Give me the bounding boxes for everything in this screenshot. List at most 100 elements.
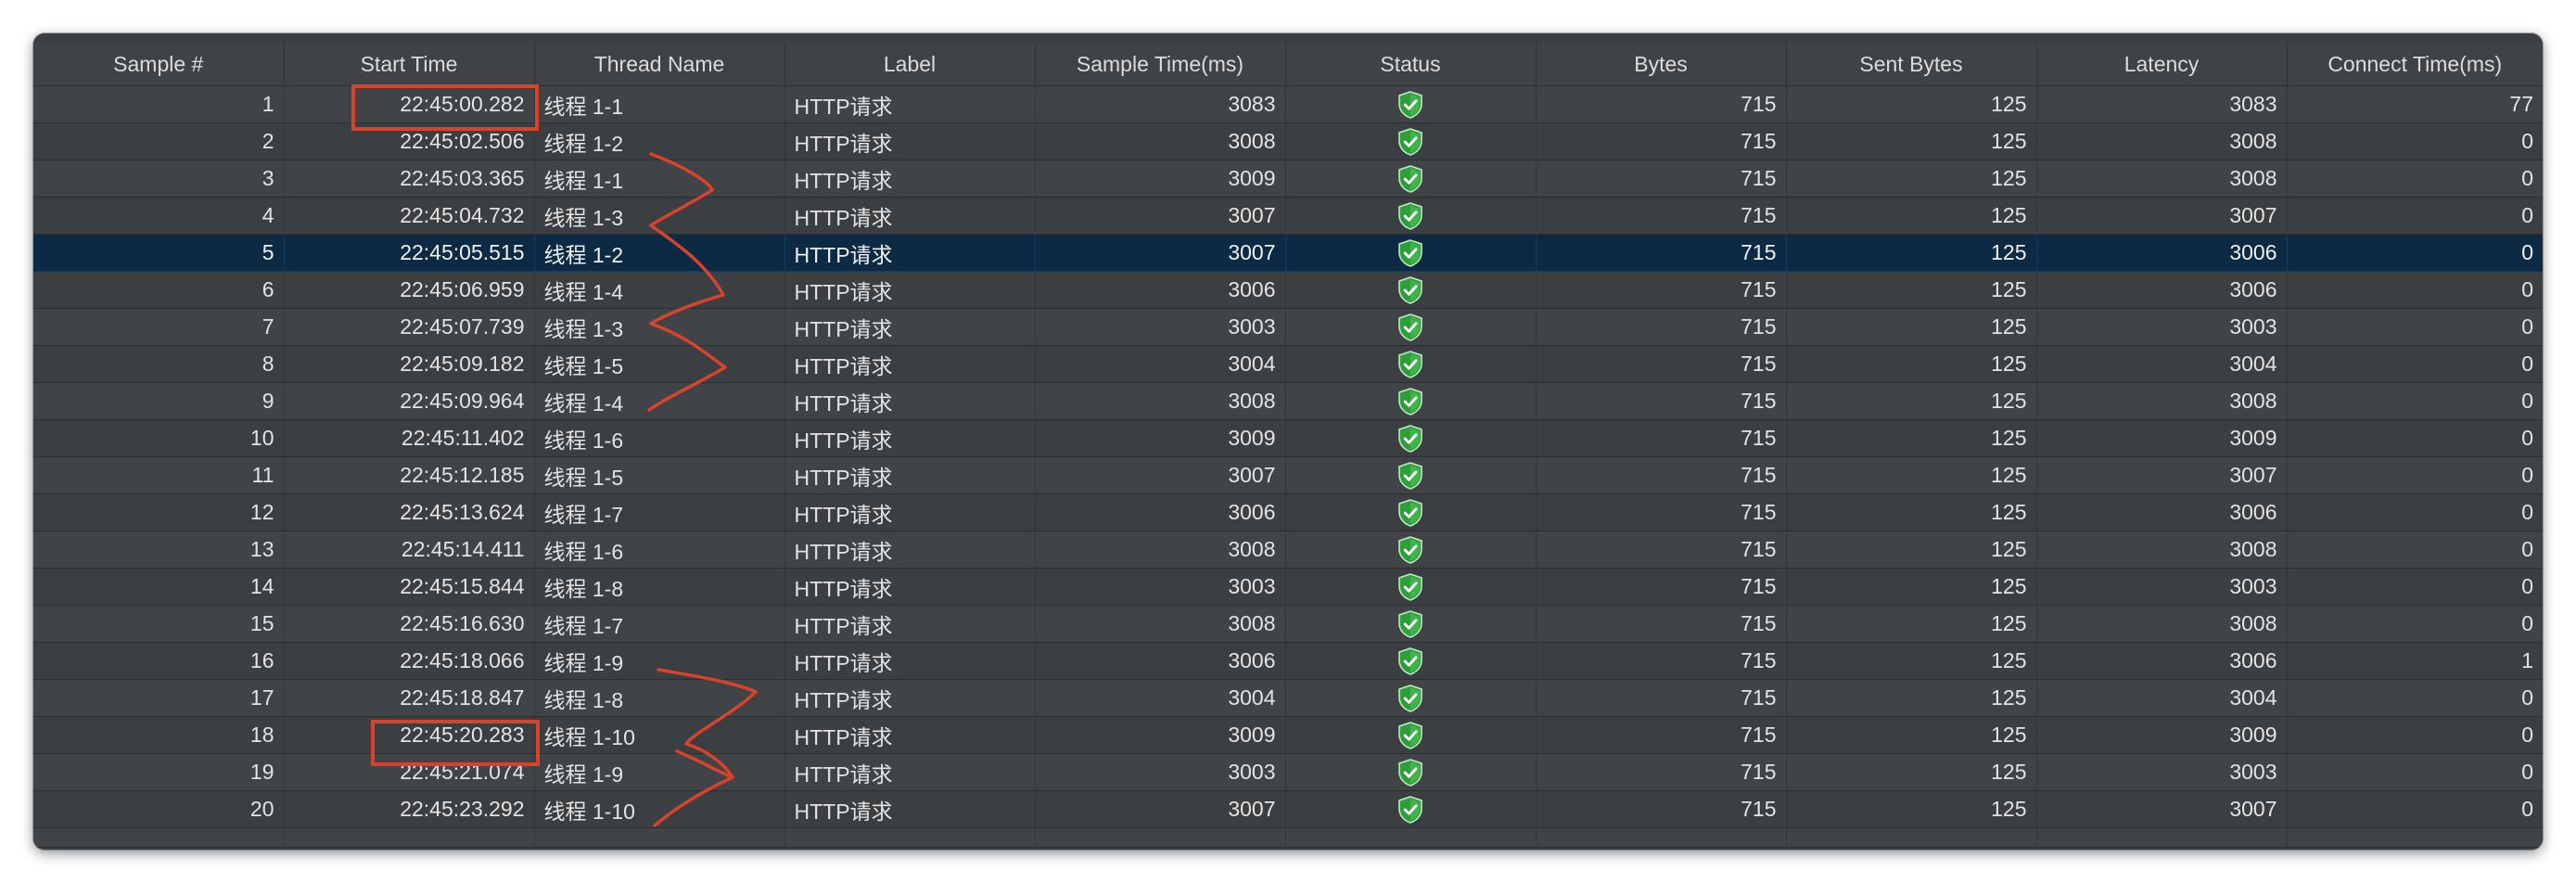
table-row[interactable]: 16 22:45:18.066 线程 1-9 HTTP请求 3006 715 125 3006… bbox=[33, 642, 2543, 680]
cell-latency[interactable]: 3008 bbox=[2036, 382, 2288, 420]
cell-bytes[interactable]: 715 bbox=[1536, 531, 1787, 569]
cell-latency[interactable]: 3083 bbox=[2036, 85, 2288, 123]
cell-latency[interactable]: 3006 bbox=[2036, 271, 2288, 309]
cell-connect-time[interactable]: 0 bbox=[2287, 493, 2543, 531]
cell-latency[interactable]: 3008 bbox=[2036, 605, 2288, 643]
cell-start-time[interactable]: 22:45:13.624 bbox=[284, 493, 535, 531]
cell-sample-time[interactable]: 3009 bbox=[1035, 419, 1286, 457]
cell-status[interactable] bbox=[1285, 234, 1537, 272]
table-row[interactable]: 5 22:45:05.515 线程 1-2 HTTP请求 3007 715 125 3006 0 bbox=[33, 234, 2543, 272]
cell-status[interactable] bbox=[1285, 456, 1537, 494]
cell-sample[interactable]: 8 bbox=[33, 345, 285, 383]
table-row[interactable]: 17 22:45:18.847 线程 1-8 HTTP请求 3004 715 125 3004… bbox=[33, 679, 2543, 717]
cell-bytes[interactable]: 715 bbox=[1536, 85, 1787, 123]
cell-sample[interactable]: 10 bbox=[33, 419, 285, 457]
cell-status[interactable] bbox=[1285, 382, 1537, 420]
cell-sample-time[interactable]: 3008 bbox=[1035, 531, 1286, 569]
cell-sample[interactable]: 1 bbox=[33, 85, 285, 123]
cell-sent-bytes[interactable]: 125 bbox=[1786, 419, 2037, 457]
cell-thread-name[interactable]: 线程 1-2 bbox=[534, 234, 785, 272]
cell-bytes[interactable]: 715 bbox=[1536, 790, 1787, 828]
cell-status[interactable] bbox=[1285, 419, 1537, 457]
cell-bytes[interactable]: 715 bbox=[1536, 568, 1787, 606]
cell-sent-bytes[interactable]: 125 bbox=[1786, 160, 2037, 198]
table-row[interactable]: 11 22:45:12.185 线程 1-5 HTTP请求 3007 715 125 3007… bbox=[33, 456, 2543, 494]
table-row[interactable]: 1 22:45:00.282 线程 1-1 HTTP请求 3083 715 125 3083 7… bbox=[33, 85, 2543, 123]
cell-label[interactable]: HTTP请求 bbox=[784, 753, 1036, 791]
cell-connect-time[interactable]: 0 bbox=[2287, 234, 2543, 272]
cell-sample-time[interactable]: 3006 bbox=[1035, 271, 1286, 309]
cell-bytes[interactable]: 715 bbox=[1536, 234, 1787, 272]
cell-status[interactable] bbox=[1285, 122, 1537, 160]
cell-sample[interactable]: 14 bbox=[33, 568, 285, 606]
cell-sample-time[interactable]: 3007 bbox=[1035, 790, 1286, 828]
cell-start-time[interactable]: 22:45:18.066 bbox=[284, 642, 535, 680]
cell-sample-time[interactable]: 3009 bbox=[1035, 716, 1286, 754]
cell-status[interactable] bbox=[1285, 493, 1537, 531]
cell-sample[interactable]: 9 bbox=[33, 382, 285, 420]
cell-thread-name[interactable]: 线程 1-7 bbox=[534, 605, 785, 643]
cell-sent-bytes[interactable]: 125 bbox=[1786, 345, 2037, 383]
cell-sample-time[interactable]: 3003 bbox=[1035, 568, 1286, 606]
cell-latency[interactable]: 3009 bbox=[2036, 419, 2288, 457]
column-header-status[interactable]: Status bbox=[1285, 43, 1537, 86]
cell-start-time[interactable]: 22:45:00.282 bbox=[284, 85, 535, 123]
cell-connect-time[interactable]: 0 bbox=[2287, 568, 2543, 606]
cell-sample-time[interactable]: 3004 bbox=[1035, 345, 1286, 383]
cell-sent-bytes[interactable]: 125 bbox=[1786, 382, 2037, 420]
cell-sample-time[interactable]: 3008 bbox=[1035, 382, 1286, 420]
cell-status[interactable] bbox=[1285, 308, 1537, 346]
cell-sample-time[interactable]: 3006 bbox=[1035, 493, 1286, 531]
cell-connect-time[interactable]: 77 bbox=[2287, 85, 2543, 123]
cell-sample-time[interactable]: 3008 bbox=[1035, 122, 1286, 160]
table-row[interactable]: 15 22:45:16.630 线程 1-7 HTTP请求 3008 715 125 3008… bbox=[33, 605, 2543, 643]
cell-connect-time[interactable]: 0 bbox=[2287, 271, 2543, 309]
cell-bytes[interactable]: 715 bbox=[1536, 160, 1787, 198]
cell-status[interactable] bbox=[1285, 271, 1537, 309]
cell-start-time[interactable]: 22:45:11.402 bbox=[284, 419, 535, 457]
cell-sample[interactable]: 12 bbox=[33, 493, 285, 531]
cell-sample[interactable]: 13 bbox=[33, 531, 285, 569]
table-row[interactable]: 8 22:45:09.182 线程 1-5 HTTP请求 3004 715 125 3004 0 bbox=[33, 345, 2543, 383]
cell-thread-name[interactable]: 线程 1-3 bbox=[534, 197, 785, 235]
table-row[interactable]: 19 22:45:21.074 线程 1-9 HTTP请求 3003 715 125 3003… bbox=[33, 753, 2543, 791]
table-row[interactable]: 2 22:45:02.506 线程 1-2 HTTP请求 3008 715 125 3008 0 bbox=[33, 122, 2543, 160]
cell-thread-name[interactable]: 线程 1-5 bbox=[534, 456, 785, 494]
cell-bytes[interactable]: 715 bbox=[1536, 679, 1787, 717]
cell-status[interactable] bbox=[1285, 568, 1537, 606]
column-header-label[interactable]: Label bbox=[784, 43, 1036, 86]
cell-thread-name[interactable]: 线程 1-6 bbox=[534, 531, 785, 569]
cell-thread-name[interactable]: 线程 1-3 bbox=[534, 308, 785, 346]
cell-label[interactable]: HTTP请求 bbox=[784, 605, 1036, 643]
cell-label[interactable]: HTTP请求 bbox=[784, 419, 1036, 457]
column-header-sample-time[interactable]: Sample Time(ms) bbox=[1035, 43, 1286, 86]
cell-start-time[interactable]: 22:45:14.411 bbox=[284, 531, 535, 569]
table-row[interactable]: 6 22:45:06.959 线程 1-4 HTTP请求 3006 715 125 3006 0 bbox=[33, 271, 2543, 309]
cell-thread-name[interactable]: 线程 1-5 bbox=[534, 345, 785, 383]
column-header-latency[interactable]: Latency bbox=[2036, 43, 2288, 86]
cell-label[interactable]: HTTP请求 bbox=[784, 308, 1036, 346]
cell-bytes[interactable]: 715 bbox=[1536, 642, 1787, 680]
cell-sent-bytes[interactable]: 125 bbox=[1786, 271, 2037, 309]
cell-start-time[interactable]: 22:45:02.506 bbox=[284, 122, 535, 160]
cell-sample[interactable]: 5 bbox=[33, 234, 285, 272]
cell-latency[interactable]: 3008 bbox=[2036, 160, 2288, 198]
cell-status[interactable] bbox=[1285, 753, 1537, 791]
cell-thread-name[interactable]: 线程 1-1 bbox=[534, 160, 785, 198]
table-row[interactable]: 4 22:45:04.732 线程 1-3 HTTP请求 3007 715 125 3007 0 bbox=[33, 197, 2543, 235]
cell-sent-bytes[interactable]: 125 bbox=[1786, 753, 2037, 791]
cell-thread-name[interactable]: 线程 1-7 bbox=[534, 493, 785, 531]
cell-sent-bytes[interactable]: 125 bbox=[1786, 531, 2037, 569]
cell-sample-time[interactable]: 3003 bbox=[1035, 308, 1286, 346]
cell-connect-time[interactable]: 1 bbox=[2287, 642, 2543, 680]
cell-sample-time[interactable]: 3007 bbox=[1035, 456, 1286, 494]
table-row[interactable]: 20 22:45:23.292 线程 1-10 HTTP请求 3007 715 125 300… bbox=[33, 790, 2543, 828]
cell-latency[interactable]: 3008 bbox=[2036, 531, 2288, 569]
cell-connect-time[interactable]: 0 bbox=[2287, 531, 2543, 569]
cell-label[interactable]: HTTP请求 bbox=[784, 160, 1036, 198]
cell-status[interactable] bbox=[1285, 605, 1537, 643]
cell-connect-time[interactable]: 0 bbox=[2287, 382, 2543, 420]
cell-latency[interactable]: 3003 bbox=[2036, 308, 2288, 346]
cell-status[interactable] bbox=[1285, 716, 1537, 754]
cell-status[interactable] bbox=[1285, 642, 1537, 680]
